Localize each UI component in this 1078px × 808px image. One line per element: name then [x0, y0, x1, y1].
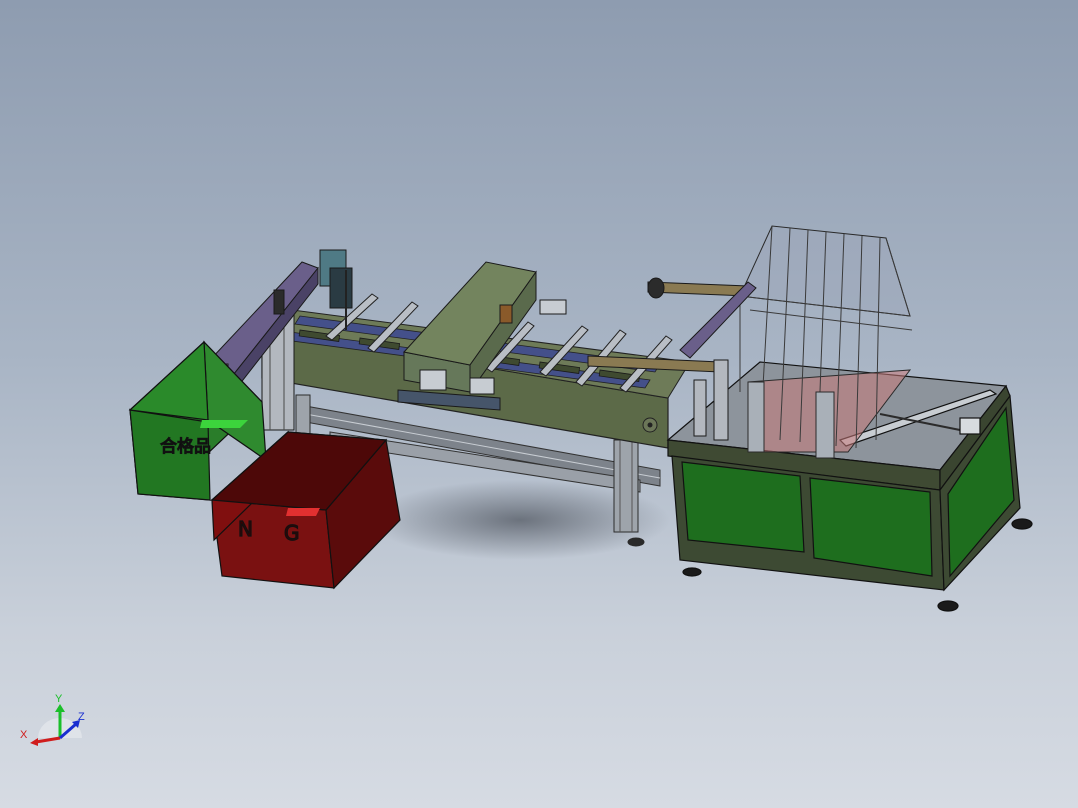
assembly-model: 合格品 N G [128, 225, 1033, 612]
y-axis-label: Y [55, 693, 63, 705]
x-axis-arrow [35, 736, 61, 744]
ng-bin-label-n: N [238, 517, 253, 541]
cad-viewport[interactable]: 合格品 N G Y X Z [0, 0, 1078, 808]
orientation-triad[interactable]: Y X Z [18, 690, 98, 754]
pass-bin-label: 合格品 [160, 437, 211, 457]
z-axis-label: Z [78, 711, 85, 723]
x-axis-label: X [20, 729, 28, 741]
ng-bin: N G [210, 430, 401, 590]
ng-bin-label-g: G [284, 521, 300, 545]
